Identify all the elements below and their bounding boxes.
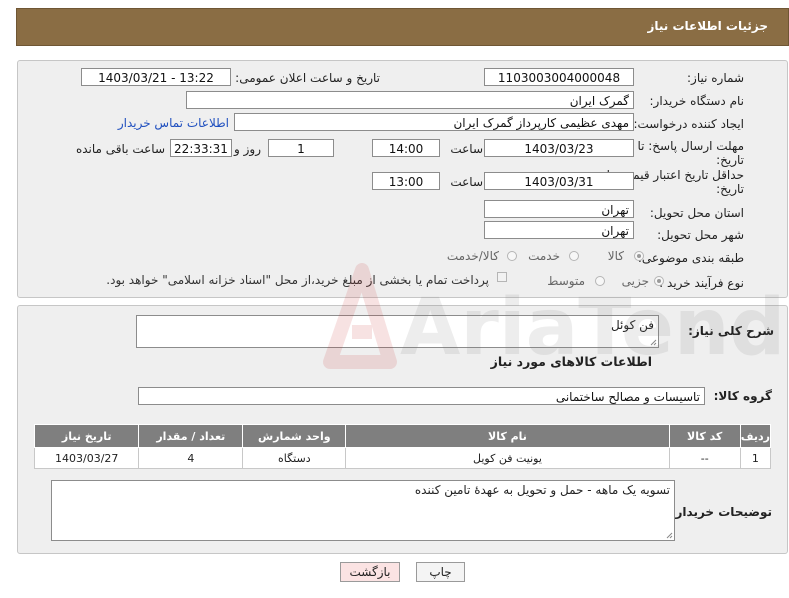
page-header: جزئیات اطلاعات نیاز <box>16 8 789 46</box>
validity-time-field: 13:00 <box>372 172 440 190</box>
creator-label: ایجاد کننده درخواست: <box>633 117 744 131</box>
deadline-label-line1: مهلت ارسال پاسخ: تا <box>637 139 744 153</box>
buyer-org-field: گمرک ایران <box>186 91 634 109</box>
city-label: شهر محل تحویل: <box>657 228 744 242</box>
deadline-label-line2: تاریخ: <box>716 153 744 167</box>
need-number-label: شماره نیاز: <box>687 71 744 85</box>
goods-group-label: گروه کالا: <box>713 389 772 403</box>
cell-quantity: 4 <box>138 447 244 469</box>
buyer-contact-link[interactable]: اطلاعات تماس خریدار <box>118 116 229 130</box>
province-label: استان محل تحویل: <box>649 206 744 220</box>
col-header-need-date: تاریخ نیاز <box>33 424 140 448</box>
table-row: 1 -- یونیت فن کویل دستگاه 4 1403/03/27 <box>33 447 772 469</box>
validity-date-field: 1403/03/31 <box>484 172 634 190</box>
page-title: جزئیات اطلاعات نیاز <box>647 19 768 33</box>
buyer-notes-text: تسویه یک ماهه - حمل و تحویل به عهدهٔ تام… <box>414 483 670 497</box>
items-table-header: ردیف کد کالا نام کالا واحد شمارش تعداد /… <box>33 424 772 448</box>
category-radio-goods-service[interactable] <box>507 251 517 261</box>
deadline-time-label: ساعت <box>450 142 483 156</box>
announce-datetime-label: تاریخ و ساعت اعلان عمومی: <box>235 71 380 85</box>
creator-field: مهدی عظیمی کارپرداز گمرک ایران <box>234 113 634 131</box>
validity-time-label: ساعت <box>450 175 483 189</box>
buyer-notes-label: توضیحات خریدار: <box>670 505 772 519</box>
items-table: ردیف کد کالا نام کالا واحد شمارش تعداد /… <box>33 424 772 469</box>
category-option-goods: کالا <box>607 249 624 263</box>
buyer-org-label: نام دستگاه خریدار: <box>649 94 745 108</box>
col-header-quantity: تعداد / مقدار <box>138 424 244 448</box>
category-option-goods-service: کالا/خدمت <box>446 249 499 263</box>
validity-label-line2: تاریخ: <box>716 182 744 196</box>
buyer-notes-textarea: تسویه یک ماهه - حمل و تحویل به عهدهٔ تام… <box>51 480 675 541</box>
back-button[interactable]: بازگشت <box>340 562 400 582</box>
city-field: تهران <box>484 221 634 239</box>
days-remaining-field: 1 <box>268 139 334 157</box>
cell-unit: دستگاه <box>242 447 347 469</box>
watermark-text: AriaTender.net <box>400 283 780 372</box>
deadline-time-field: 14:00 <box>372 139 440 157</box>
col-header-unit: واحد شمارش <box>242 424 347 448</box>
resize-handle-icon <box>666 532 673 539</box>
watermark: AriaTender.net <box>300 262 789 373</box>
category-radio-service[interactable] <box>569 251 579 261</box>
cell-item-code: -- <box>668 447 741 469</box>
col-header-item-name: نام کالا <box>345 424 670 448</box>
category-option-service: خدمت <box>528 249 560 263</box>
days-label: روز و <box>234 142 261 156</box>
remaining-time-label: ساعت باقی مانده <box>75 142 165 156</box>
category-radio-goods[interactable] <box>634 251 644 261</box>
goods-group-field: تاسیسات و مصالح ساختمانی <box>138 387 705 405</box>
cell-need-date: 1403/03/27 <box>33 447 140 469</box>
print-button[interactable]: چاپ <box>416 562 465 582</box>
remaining-time-field: 22:33:31 <box>170 139 232 157</box>
col-header-row-number: ردیف <box>739 424 772 448</box>
need-number-field: 1103003004000048 <box>484 68 634 86</box>
cell-item-name: یونیت فن کویل <box>345 447 670 469</box>
deadline-date-field: 1403/03/23 <box>484 139 634 157</box>
watermark-logo-icon: AriaTender.net <box>323 263 789 373</box>
province-field: تهران <box>484 200 634 218</box>
cell-row-number: 1 <box>739 447 772 469</box>
announce-datetime-field: 1403/03/21 - 13:22 <box>81 68 231 86</box>
col-header-item-code: کد کالا <box>668 424 741 448</box>
